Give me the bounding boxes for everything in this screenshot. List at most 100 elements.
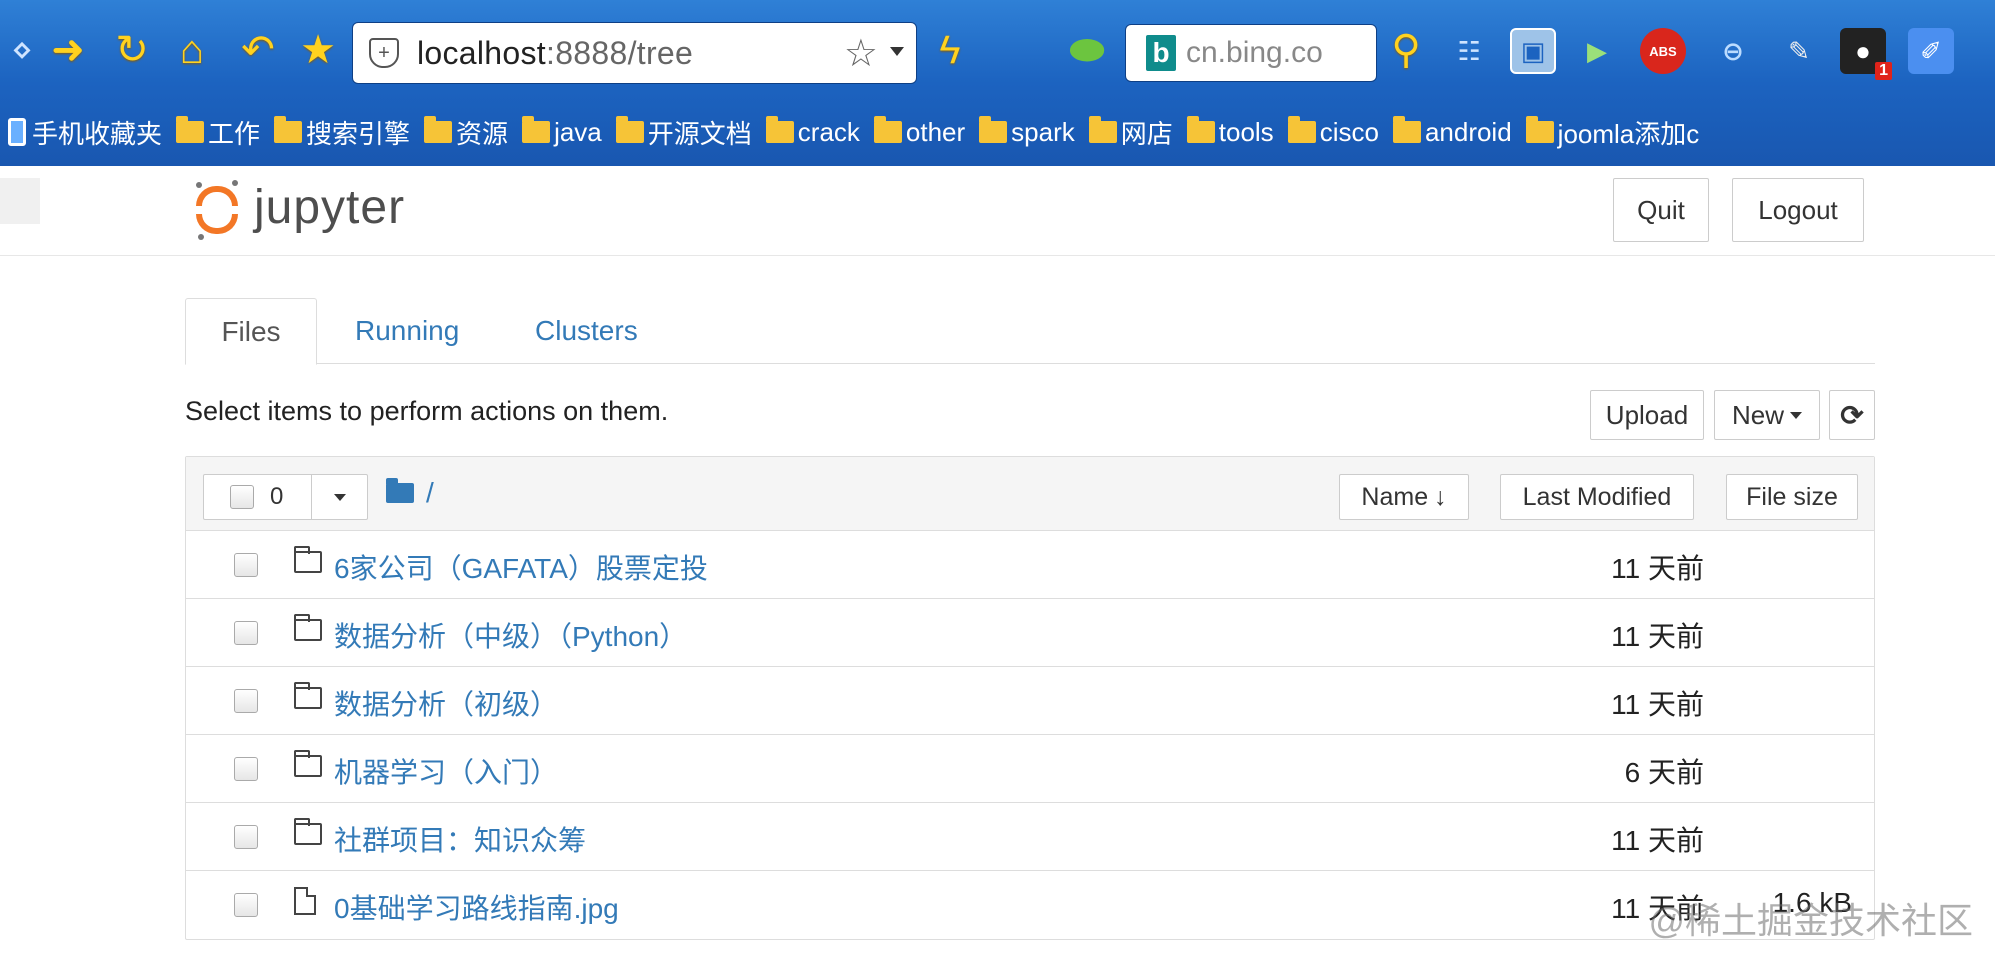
search-icon[interactable]: ⚲ (1384, 24, 1428, 76)
file-last-modified: 11 天前 (1611, 825, 1704, 856)
logout-button[interactable]: Logout (1732, 178, 1864, 242)
url-host: localhost (417, 34, 546, 71)
select-all-checkbox[interactable] (230, 485, 254, 509)
bookmark-item[interactable]: 手机收藏夹 (8, 114, 162, 151)
file-row[interactable]: 数据分析（中级）（Python） 11 天前 (186, 599, 1874, 667)
row-checkbox[interactable] (234, 757, 258, 781)
bookmark-item[interactable]: 资源 (424, 114, 508, 151)
home-icon[interactable]: ⌂ (170, 24, 214, 76)
url-text[interactable]: localhost:8888/tree (417, 35, 693, 72)
undo-icon[interactable]: ↶ (236, 24, 280, 76)
bookmark-item[interactable]: 网店 (1088, 114, 1173, 151)
arrow-down-icon: ↓ (1434, 482, 1447, 511)
file-row[interactable]: 社群项目：知识众筹 11 天前 (186, 803, 1874, 871)
bookmark-item[interactable]: 工作 (176, 114, 260, 151)
screenshot-icon[interactable]: ▣ (1510, 28, 1556, 74)
refresh-list-button[interactable]: ⟳ (1829, 390, 1875, 440)
quit-button[interactable]: Quit (1613, 178, 1709, 242)
extension-icon[interactable]: ● 1 (1840, 28, 1892, 80)
lightning-icon[interactable]: ϟ (928, 24, 972, 76)
bookmark-label: joomla添加c (1557, 118, 1700, 149)
jupyter-logo[interactable]: jupyter (192, 180, 405, 240)
address-bar[interactable]: + localhost:8888/tree ☆ (352, 22, 917, 84)
bookmark-label: 手机收藏夹 (32, 118, 163, 149)
bookmark-item[interactable]: crack (765, 116, 860, 148)
bookmark-item[interactable]: spark (979, 116, 1075, 148)
bookmark-star-icon[interactable]: ☆ (844, 31, 878, 76)
file-name-link[interactable]: 0基础学习路线指南.jpg (334, 887, 619, 927)
bing-icon: b (1146, 35, 1176, 71)
tab-bar: Files Running Clusters (185, 298, 1875, 365)
chevron-down-icon[interactable] (890, 47, 904, 56)
row-checkbox[interactable] (234, 621, 258, 645)
file-name-link[interactable]: 机器学习（入门） (334, 751, 558, 791)
speed-dial-icon[interactable]: ⬬ (1052, 24, 1122, 76)
file-row[interactable]: 数据分析（初级） 11 天前 (186, 667, 1874, 735)
row-checkbox[interactable] (234, 893, 258, 917)
bookmark-item[interactable]: tools (1186, 116, 1274, 148)
file-name-link[interactable]: 6家公司（GAFATA）股票定投 (334, 547, 708, 587)
row-checkbox[interactable] (234, 689, 258, 713)
folder-icon (1186, 116, 1215, 143)
search-engine-text[interactable]: cn.bing.co (1186, 36, 1323, 70)
folder-icon (294, 614, 322, 641)
sort-file-size-button[interactable]: File size (1726, 474, 1858, 520)
file-row[interactable]: 0基础学习路线指南.jpg 11 天前 1.6 kB (186, 871, 1874, 939)
select-all-toggle[interactable]: 0 (204, 475, 312, 519)
notification-badge: 1 (1875, 62, 1892, 80)
file-name-link[interactable]: 数据分析（初级） (334, 683, 558, 723)
bookmark-item[interactable]: other (873, 116, 965, 148)
tab-running[interactable]: Running (355, 298, 459, 364)
file-list: 0 / Name ↓ Last Modified File size 6家公司（G… (185, 456, 1875, 940)
bookmark-item[interactable]: java (522, 116, 602, 148)
search-box[interactable]: b cn.bing.co (1125, 24, 1377, 82)
file-list-header: 0 / Name ↓ Last Modified File size (186, 457, 1874, 531)
file-last-modified: 6 天前 (1624, 757, 1704, 788)
file-name-link[interactable]: 社群项目：知识众筹 (334, 819, 586, 859)
folder-icon (1525, 116, 1554, 143)
select-menu-dropdown[interactable] (312, 475, 367, 519)
bookmark-item[interactable]: joomla添加c (1525, 114, 1700, 151)
folder-icon (176, 116, 205, 143)
tab-clusters[interactable]: Clusters (535, 298, 638, 364)
selection-hint: Select items to perform actions on them. (185, 396, 669, 426)
bookmark-label: 网店 (1120, 118, 1173, 149)
sync-icon[interactable]: ⊖ (1710, 28, 1756, 74)
refresh-icon[interactable]: ↻ (110, 24, 154, 76)
constellation-icon[interactable]: ⋄ (0, 24, 44, 76)
upload-button[interactable]: Upload (1590, 390, 1704, 440)
bookmark-label: 搜索引擎 (306, 118, 411, 149)
edit-icon[interactable]: ✐ (1908, 28, 1954, 74)
forward-arrow-icon[interactable]: ➜ (46, 24, 90, 76)
file-row[interactable]: 机器学习（入门） 6 天前 (186, 735, 1874, 803)
file-row[interactable]: 6家公司（GAFATA）股票定投 11 天前 (186, 531, 1874, 599)
folder-icon (615, 116, 644, 143)
phone-icon (8, 118, 26, 146)
sidebar-icon[interactable]: ☷ (1446, 28, 1492, 74)
bookmark-label: crack (797, 116, 860, 147)
bookmark-label: tools (1218, 116, 1274, 147)
file-name-link[interactable]: 数据分析（中级）（Python） (334, 615, 687, 655)
row-checkbox[interactable] (234, 825, 258, 849)
browser-toolbar: ⋄ ➜ ↻ ⌂ ↶ ★ + localhost:8888/tree ☆ ϟ ⬬ … (0, 0, 1995, 104)
jupyter-logo-icon (192, 180, 242, 240)
bookmark-item[interactable]: 搜索引擎 (274, 114, 410, 151)
folder-icon (294, 546, 322, 573)
bookmark-item[interactable]: android (1392, 116, 1512, 148)
sort-name-button[interactable]: Name ↓ (1339, 474, 1469, 520)
tab-files[interactable]: Files (185, 298, 317, 365)
breadcrumb-root[interactable]: / (426, 477, 434, 509)
url-path: :8888/tree (546, 34, 694, 71)
bookmark-label: 工作 (208, 118, 261, 149)
adblock-icon[interactable]: ABS (1640, 28, 1686, 74)
bookmark-item[interactable]: 开源文档 (615, 114, 752, 151)
row-checkbox[interactable] (234, 553, 258, 577)
media-icon[interactable]: ▶ (1574, 28, 1620, 74)
bookmark-item[interactable]: cisco (1287, 116, 1379, 148)
favorites-star-icon[interactable]: ★ (296, 24, 340, 76)
sort-last-modified-button[interactable]: Last Modified (1500, 474, 1694, 520)
breadcrumb[interactable]: / (386, 477, 434, 509)
new-button[interactable]: New (1714, 390, 1820, 440)
pen-icon[interactable]: ✎ (1776, 28, 1822, 74)
file-last-modified: 11 天前 (1611, 553, 1704, 584)
